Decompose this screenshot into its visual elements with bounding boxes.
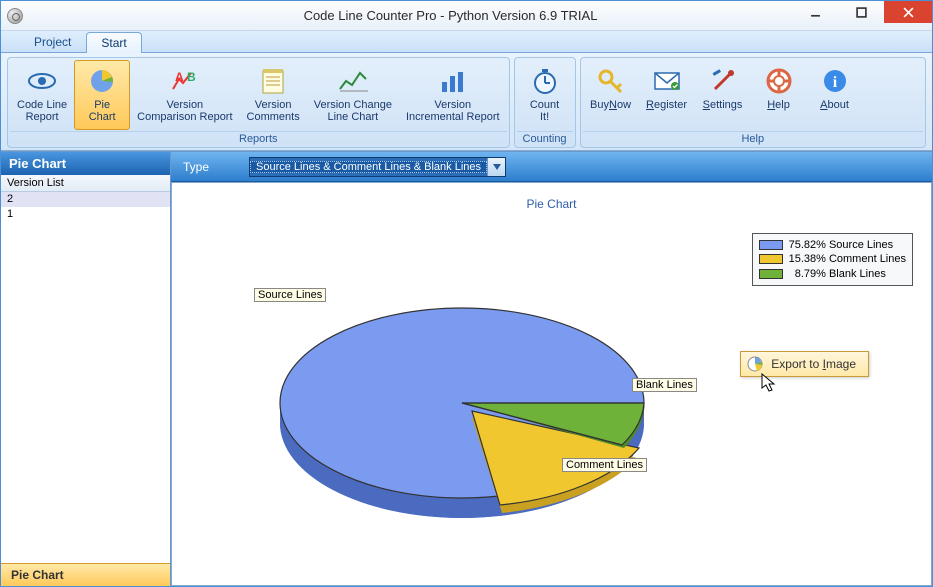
version-list[interactable]: 2 1 — [1, 192, 170, 563]
type-label: Type — [183, 160, 209, 174]
ribbon-group-counting: Count It! Counting — [514, 57, 576, 148]
ribbon-group-help: BuyNow Register Settings Help — [580, 57, 926, 148]
version-incremental-button[interactable]: Version Incremental Report — [399, 60, 507, 130]
sidebar-tab-pie-chart[interactable]: Pie Chart — [1, 563, 170, 586]
svg-text:i: i — [832, 74, 837, 91]
code-line-report-button[interactable]: Code Line Report — [10, 60, 74, 130]
svg-text:A: A — [175, 70, 184, 84]
type-combo-value: Source Lines & Comment Lines & Blank Lin… — [250, 161, 487, 173]
chart-area: Pie Chart — [171, 182, 932, 586]
ribbon-group-reports: Code Line Report Pie Chart AB Version Co… — [7, 57, 510, 148]
help-button[interactable]: Help — [751, 60, 807, 130]
about-label: About — [820, 99, 849, 111]
pie-chart-label: Pie Chart — [89, 99, 116, 123]
slice-label-source: Source Lines — [254, 288, 326, 302]
window-buttons — [792, 1, 932, 23]
legend-swatch — [759, 269, 783, 279]
type-bar: Type Source Lines & Comment Lines & Blan… — [171, 152, 932, 182]
close-button[interactable] — [884, 1, 932, 23]
envelope-icon — [651, 65, 683, 97]
group-counting-label: Counting — [517, 131, 573, 147]
count-it-label: Count It! — [530, 99, 559, 123]
ribbon: Code Line Report Pie Chart AB Version Co… — [1, 53, 932, 151]
line-chart-icon — [337, 65, 369, 97]
pie-chart-button[interactable]: Pie Chart — [74, 60, 130, 130]
titlebar: Code Line Counter Pro - Python Version 6… — [1, 1, 932, 31]
legend-swatch — [759, 254, 783, 264]
version-change-line-label: Version Change Line Chart — [314, 99, 392, 123]
slice-label-blank: Blank Lines — [632, 378, 697, 392]
app-icon — [7, 8, 23, 24]
minimize-button[interactable] — [792, 1, 838, 23]
version-row[interactable]: 1 — [1, 207, 170, 222]
info-icon: i — [819, 65, 851, 97]
settings-icon — [707, 65, 739, 97]
pie-chart[interactable] — [272, 253, 692, 556]
export-image-icon — [747, 356, 763, 372]
stopwatch-icon — [529, 65, 561, 97]
type-combo[interactable]: Source Lines & Comment Lines & Blank Lin… — [249, 157, 506, 177]
code-line-report-label: Code Line Report — [17, 99, 67, 123]
settings-label: Settings — [703, 99, 743, 111]
buy-now-button[interactable]: BuyNow — [583, 60, 639, 130]
chevron-down-icon[interactable] — [487, 158, 505, 176]
help-label: Help — [767, 99, 790, 111]
legend-item: 8.79% Blank Lines — [759, 267, 906, 281]
version-row[interactable]: 2 — [1, 192, 170, 207]
version-comments-label: Version Comments — [247, 99, 300, 123]
sidebar: Pie Chart Version List 2 1 Pie Chart — [1, 152, 171, 586]
buy-now-label: BuyNow — [590, 99, 631, 111]
group-help-label: Help — [583, 131, 923, 147]
count-it-button[interactable]: Count It! — [517, 60, 573, 130]
about-button[interactable]: i About — [807, 60, 863, 130]
maximize-button[interactable] — [838, 1, 884, 23]
version-comparison-label: Version Comparison Report — [137, 99, 232, 123]
cursor-icon — [761, 373, 779, 398]
version-incremental-label: Version Incremental Report — [406, 99, 500, 123]
key-icon — [595, 65, 627, 97]
chart-legend: 75.82% Source Lines 15.38% Comment Lines… — [752, 233, 913, 286]
eye-icon — [26, 65, 58, 97]
context-menu-export[interactable]: Export to Image — [740, 351, 869, 377]
legend-item: 15.38% Comment Lines — [759, 252, 906, 266]
settings-button[interactable]: Settings — [695, 60, 751, 130]
pie-chart-icon — [86, 65, 118, 97]
tab-project[interactable]: Project — [19, 31, 86, 52]
version-change-line-button[interactable]: Version Change Line Chart — [307, 60, 399, 130]
tab-strip: Project Start — [1, 31, 932, 53]
lifebuoy-icon — [763, 65, 795, 97]
compare-icon: AB — [169, 65, 201, 97]
sidebar-title: Pie Chart — [1, 152, 170, 175]
context-menu-export-label: Export to Image — [771, 357, 856, 371]
slice-label-comment: Comment Lines — [562, 458, 647, 472]
version-comparison-button[interactable]: AB Version Comparison Report — [130, 60, 239, 130]
legend-item: 75.82% Source Lines — [759, 238, 906, 252]
register-label: Register — [646, 99, 687, 111]
notepad-icon — [257, 65, 289, 97]
sidebar-column-header: Version List — [1, 175, 170, 192]
legend-swatch — [759, 240, 783, 250]
chart-title: Pie Chart — [172, 197, 931, 211]
register-button[interactable]: Register — [639, 60, 695, 130]
bar-chart-icon — [437, 65, 469, 97]
group-reports-label: Reports — [10, 131, 507, 147]
version-comments-button[interactable]: Version Comments — [240, 60, 307, 130]
svg-text:B: B — [187, 70, 196, 84]
tab-start[interactable]: Start — [86, 32, 141, 53]
